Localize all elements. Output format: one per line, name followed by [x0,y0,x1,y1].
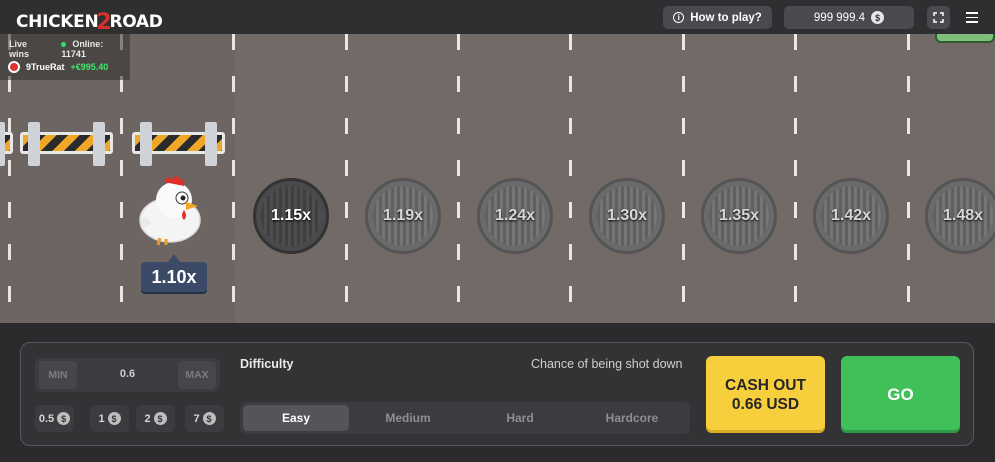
dollar-coin-icon: $ [57,412,71,425]
live-wins-panel: Live wins Online: 11741 9TrueRat +€995.4… [0,34,130,80]
player-name: 9TrueRat [26,62,65,72]
top-bar: CHICKEN2ROAD i How to play? 999 999.4 $ [0,0,995,35]
fullscreen-icon [933,12,944,23]
quick-bet-chip[interactable]: 2 $ [136,405,175,432]
fullscreen-button[interactable] [927,6,950,29]
quick-bet-chip[interactable]: 0.5 $ [35,405,74,432]
difficulty-tab-medium[interactable]: Medium [355,405,461,431]
menu-button[interactable] [960,6,983,29]
player-avatar [8,61,20,73]
lane-divider [907,34,910,323]
quick-bet-chip[interactable]: 7 $ [185,405,224,432]
dollar-coin-icon: $ [871,11,885,24]
lane-divider [794,34,797,323]
difficulty-label: Difficulty [240,357,294,371]
cash-out-button[interactable]: CASH OUT 0.66 USD [706,356,825,433]
manhole-multiplier: 1.19x [365,178,441,254]
online-dot-icon [61,42,67,47]
win-amount: +€995.40 [70,62,109,72]
live-wins-label: Live wins [9,39,30,59]
balance-value: 999 999.4 [813,11,866,24]
hamburger-icon [965,12,978,14]
quick-bet-chip[interactable]: 1 $ [90,405,129,432]
dollar-coin-icon: $ [202,412,216,425]
difficulty-tab-hard[interactable]: Hard [467,405,573,431]
road-barrier [0,122,13,166]
lane-divider [457,34,460,323]
difficulty-tab-hardcore[interactable]: Hardcore [579,405,685,431]
difficulty-tab-easy[interactable]: Easy [243,405,349,431]
lane-divider [682,34,685,323]
how-to-play-label: How to play? [690,11,762,24]
go-button[interactable]: GO [841,356,960,433]
max-bet-button[interactable]: MAX [178,361,216,389]
lane-divider [232,34,235,323]
manhole-multiplier: 1.35x [701,178,777,254]
manhole-multiplier: 1.24x [477,178,553,254]
chicken-character-icon [139,176,201,246]
road-barrier [20,122,113,166]
manhole-multiplier: 1.48x [925,178,995,254]
road-barrier [132,122,225,166]
online-count: Online: 11741 [61,39,104,59]
balance-display: 999 999.4 $ [784,6,914,29]
how-to-play-button[interactable]: i How to play? [663,6,772,29]
bet-amount-control: MIN 0.6 MAX [35,358,220,392]
manhole-multiplier-next[interactable]: 1.15x [253,178,329,254]
info-icon: i [673,12,685,23]
game-logo: CHICKEN2ROAD [16,10,163,35]
dollar-coin-icon: $ [153,412,167,425]
current-multiplier-tag: 1.10x [141,254,207,292]
car-icon [935,34,995,43]
dollar-coin-icon: $ [107,412,121,425]
lane-divider [345,34,348,323]
chance-label: Chance of being shot down [531,357,683,371]
difficulty-selector: Easy Medium Hard Hardcore [240,402,690,434]
manhole-multiplier: 1.30x [589,178,665,254]
lane-divider [569,34,572,323]
manhole-multiplier: 1.42x [813,178,889,254]
